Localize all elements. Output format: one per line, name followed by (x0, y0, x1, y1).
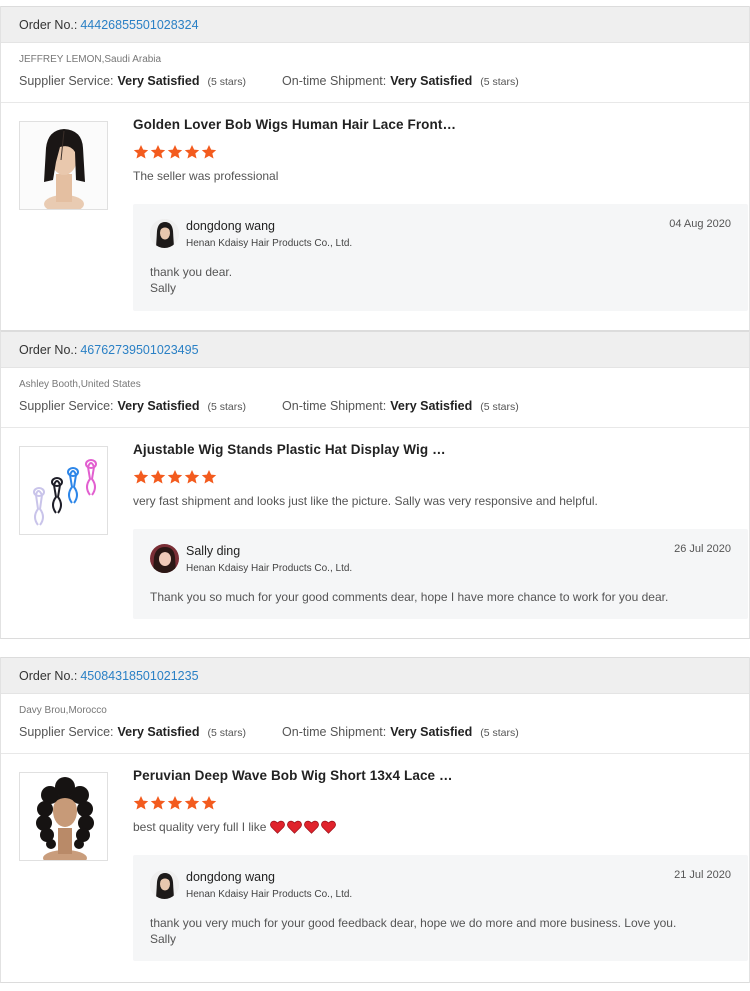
ontime-shipment-label: On-time Shipment: (282, 74, 387, 88)
rating-summary: Supplier Service: Very Satisfied (5 star… (19, 392, 749, 427)
review-comment: best quality very full I like (133, 820, 337, 834)
ontime-shipment-stars: (5 stars) (480, 76, 519, 88)
review-comment-text: The seller was professional (133, 169, 279, 183)
buyer-name: Ashley Booth,United States (19, 379, 141, 390)
buyer-info: Davy Brou,Morocco Supplier Service: Very… (1, 694, 749, 754)
product-title-link[interactable]: Golden Lover Bob Wigs Human Hair Lace Fr… (133, 117, 456, 132)
ontime-shipment-label: On-time Shipment: (282, 399, 387, 413)
star-icon (167, 796, 183, 810)
order-bar: Order No.: 45084318501021235 (1, 657, 749, 694)
supplier-service-label: Supplier Service: (19, 399, 114, 413)
reply-text-line-1: thank you dear. (150, 265, 233, 279)
reply-author: dongdong wang (186, 219, 275, 233)
reply-company: Henan Kdaisy Hair Products Co., Ltd. (186, 238, 353, 249)
order-bar: Order No.: 46762739501023495 (1, 331, 749, 368)
reply-text-line-2: Sally (150, 932, 177, 946)
order-label: Order No.: (19, 668, 78, 683)
heart-icon (287, 820, 303, 834)
order-label: Order No.: (19, 17, 78, 32)
reply-text-line-1: thank you very much for your good feedba… (150, 916, 677, 930)
review-comment-text: best quality very full I like (133, 820, 267, 834)
star-icon (167, 145, 183, 159)
buyer-name: JEFFREY LEMON,Saudi Arabia (19, 54, 162, 65)
reply-company: Henan Kdaisy Hair Products Co., Ltd. (186, 889, 353, 900)
supplier-service-stars: (5 stars) (207, 727, 247, 739)
star-icon (133, 145, 149, 159)
reply-author: dongdong wang (186, 870, 275, 884)
review-stars (133, 795, 217, 811)
order-label: Order No.: (19, 342, 78, 357)
review-comment: The seller was professional (133, 169, 278, 183)
star-icon (184, 145, 200, 159)
supplier-service-label: Supplier Service: (19, 725, 114, 739)
supplier-service-value: Very Satisfied (117, 74, 200, 88)
review-comment: very fast shipment and looks just like t… (133, 494, 598, 508)
star-icon (184, 796, 200, 810)
star-icon (150, 470, 166, 484)
ontime-shipment-stars: (5 stars) (480, 401, 519, 413)
reply-date: 04 Aug 2020 (669, 218, 731, 230)
review-card: Order No.: 45084318501021235 Davy Brou,M… (0, 657, 750, 983)
supplier-service-stars: (5 stars) (207, 401, 247, 413)
ontime-shipment-value: Very Satisfied (390, 74, 473, 88)
order-number-link[interactable]: 45084318501021235 (80, 669, 198, 683)
reply-company: Henan Kdaisy Hair Products Co., Ltd. (186, 563, 353, 574)
bob-wig-straight-image[interactable] (19, 121, 108, 210)
review-stars (133, 144, 217, 160)
order-number-link[interactable]: 44426855501028324 (80, 18, 198, 32)
star-icon (133, 796, 149, 810)
heart-icon (321, 820, 337, 834)
reply-date: 26 Jul 2020 (674, 543, 731, 555)
deep-wave-wig-image[interactable] (19, 772, 108, 861)
female-avatar-dark-hair (150, 870, 179, 899)
seller-reply: Sally ding Henan Kdaisy Hair Products Co… (133, 529, 748, 619)
review-card: Order No.: 44426855501028324 JEFFREY LEM… (0, 6, 750, 331)
reply-author: Sally ding (186, 544, 241, 558)
heart-emoji-group (270, 820, 337, 834)
supplier-service-value: Very Satisfied (117, 399, 200, 413)
wig-stands-image[interactable] (19, 446, 108, 535)
supplier-service-value: Very Satisfied (117, 725, 200, 739)
buyer-info: Ashley Booth,United States Supplier Serv… (1, 368, 749, 428)
star-icon (201, 470, 217, 484)
reply-date: 21 Jul 2020 (674, 869, 731, 881)
review-card: Order No.: 46762739501023495 Ashley Boot… (0, 331, 750, 639)
seller-reply: dongdong wang Henan Kdaisy Hair Products… (133, 855, 748, 961)
product-title-link[interactable]: Peruvian Deep Wave Bob Wig Short 13x4 La… (133, 768, 453, 783)
star-icon (133, 470, 149, 484)
star-icon (150, 796, 166, 810)
female-avatar-photo (150, 544, 179, 573)
ontime-shipment-label: On-time Shipment: (282, 725, 387, 739)
rating-summary: Supplier Service: Very Satisfied (5 star… (19, 718, 749, 753)
female-avatar-dark-hair (150, 219, 179, 248)
ontime-shipment-value: Very Satisfied (390, 399, 473, 413)
ontime-shipment-stars: (5 stars) (480, 727, 519, 739)
reply-text-line-1: Thank you so much for your good comments… (150, 590, 669, 604)
supplier-service-label: Supplier Service: (19, 74, 114, 88)
supplier-service-stars: (5 stars) (207, 76, 247, 88)
heart-icon (304, 820, 320, 834)
review-stars (133, 469, 217, 485)
order-bar: Order No.: 44426855501028324 (1, 6, 749, 43)
order-number-link[interactable]: 46762739501023495 (80, 343, 198, 357)
star-icon (201, 145, 217, 159)
ontime-shipment-value: Very Satisfied (390, 725, 473, 739)
star-icon (201, 796, 217, 810)
buyer-name: Davy Brou,Morocco (19, 705, 107, 716)
star-icon (167, 470, 183, 484)
buyer-info: JEFFREY LEMON,Saudi Arabia Supplier Serv… (1, 43, 749, 103)
heart-icon (270, 820, 286, 834)
rating-summary: Supplier Service: Very Satisfied (5 star… (19, 67, 749, 102)
reply-text-line-2: Sally (150, 281, 177, 295)
seller-reply: dongdong wang Henan Kdaisy Hair Products… (133, 204, 748, 311)
star-icon (184, 470, 200, 484)
star-icon (150, 145, 166, 159)
product-title-link[interactable]: Ajustable Wig Stands Plastic Hat Display… (133, 442, 446, 457)
review-comment-text: very fast shipment and looks just like t… (133, 494, 598, 508)
